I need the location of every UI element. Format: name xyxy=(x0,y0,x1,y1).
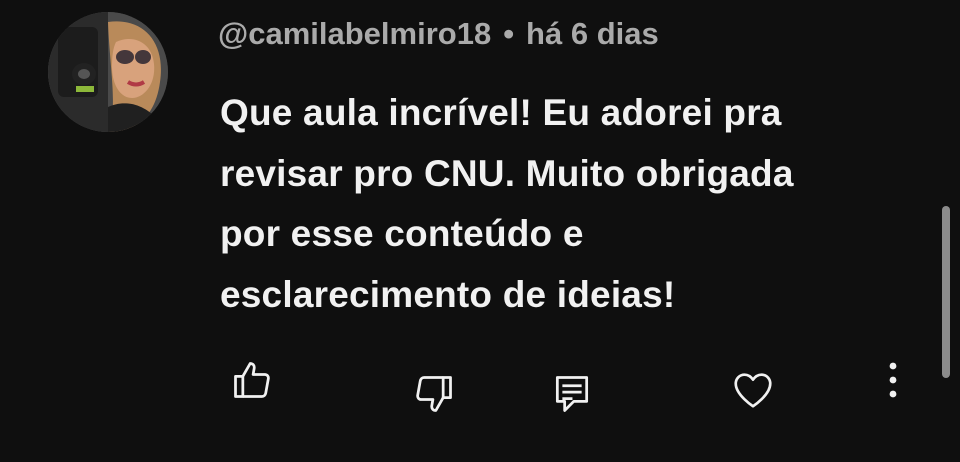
like-button[interactable] xyxy=(228,356,276,404)
comment-text-line: por esse conteúdo e xyxy=(220,213,584,254)
comment-item: @camilabelmiro18 • há 6 dias Que aula incr… xyxy=(0,0,960,462)
comment-meta: @camilabelmiro18 • há 6 dias xyxy=(218,14,659,54)
more-vertical-icon xyxy=(869,356,917,404)
comment-text-line: Que aula incrível! Eu adorei pra xyxy=(220,92,782,133)
scrollbar-thumb[interactable] xyxy=(942,206,950,378)
comment-text: Que aula incrível! Eu adorei pra revisar… xyxy=(220,83,900,325)
author-avatar[interactable] xyxy=(48,12,168,132)
more-options-button[interactable] xyxy=(869,356,917,404)
meta-separator: • xyxy=(503,16,515,51)
thumbs-down-icon xyxy=(412,372,456,416)
comment-text-line: esclarecimento de ideias! xyxy=(220,273,676,315)
heart-icon xyxy=(730,367,776,413)
dislike-button[interactable] xyxy=(410,370,458,418)
comment-time[interactable]: há 6 dias xyxy=(526,16,659,51)
heart-button[interactable] xyxy=(729,366,777,414)
comment-text-line: revisar pro CNU. Muito obrigada xyxy=(220,152,794,194)
comment-reply-icon xyxy=(550,372,594,416)
reply-button[interactable] xyxy=(548,370,596,418)
thumbs-up-icon xyxy=(230,358,274,402)
author-handle[interactable]: @camilabelmiro18 xyxy=(218,16,491,51)
